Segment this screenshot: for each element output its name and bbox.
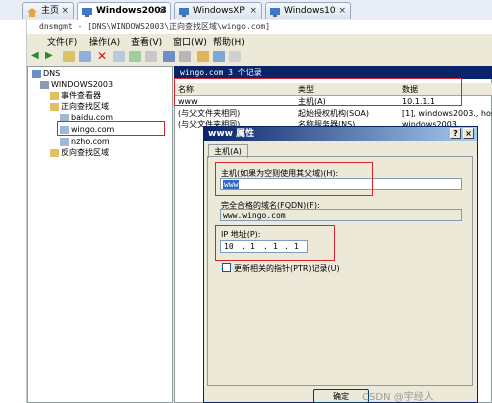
tree-label: WINDOWS2003 xyxy=(51,80,114,89)
highlight-box-zone xyxy=(57,121,165,136)
tab-windows10[interactable]: Windows10 × xyxy=(265,2,351,19)
help-button[interactable]: ? xyxy=(450,128,461,139)
tab-windows2003[interactable]: Windows2003 × xyxy=(77,2,171,20)
tree-label: 事件查看器 xyxy=(61,91,101,100)
delete-icon[interactable]: ✕ xyxy=(97,50,109,62)
show-tree-icon[interactable] xyxy=(79,51,91,62)
tree-zone-nzho[interactable]: nzho.com xyxy=(60,137,110,147)
tree-event-viewer[interactable]: 事件查看器 xyxy=(50,91,101,101)
highlight-box-record xyxy=(174,78,462,106)
record-data: [1], windows2003., hos xyxy=(402,109,492,118)
record-name: (与父文件夹相同) xyxy=(178,109,241,118)
server-icon xyxy=(40,80,49,89)
tab-home[interactable]: 主页 × xyxy=(22,2,74,19)
folder-icon xyxy=(50,148,59,157)
vm-icon xyxy=(179,7,189,17)
tree-forward-zones[interactable]: 正向查找区域 xyxy=(50,102,109,112)
zone-icon xyxy=(60,137,69,146)
table-row[interactable]: (与父文件夹相同) 起始授权机构(SOA) [1], windows2003.,… xyxy=(176,108,492,119)
close-icon[interactable]: × xyxy=(338,3,346,20)
vm-icon xyxy=(270,7,280,17)
new-record-icon[interactable] xyxy=(197,51,209,62)
export-icon[interactable] xyxy=(145,51,157,62)
menu-file[interactable]: 文件(F) xyxy=(47,35,77,48)
tree-label: nzho.com xyxy=(71,137,110,146)
up-folder-icon[interactable] xyxy=(63,51,75,62)
forward-icon[interactable]: ▶ xyxy=(45,51,57,62)
browser-tab-bar: 主页 × Windows2003 × WindowsXP × Windows10… xyxy=(0,0,492,21)
folder-icon xyxy=(50,102,59,111)
record-type: 起始授权机构(SOA) xyxy=(298,109,369,118)
left-library-panel xyxy=(0,20,27,403)
menu-window[interactable]: 窗口(W) xyxy=(173,35,207,48)
close-icon[interactable]: × xyxy=(61,3,69,20)
toolbar: ◀ ▶ ✕ xyxy=(27,48,492,67)
tree-label: DNS xyxy=(43,69,61,78)
ok-button[interactable]: 确定 xyxy=(313,389,369,403)
watermark: CSDN @宇经人 xyxy=(362,392,434,403)
folder-icon xyxy=(50,91,59,100)
tree-server[interactable]: WINDOWS2003 xyxy=(40,80,113,90)
menu-help[interactable]: 帮助(H) xyxy=(213,35,245,48)
back-icon[interactable]: ◀ xyxy=(31,51,43,62)
ptr-label: 更新相关的指针(PTR)记录(U) xyxy=(234,264,340,273)
dialog-title: www 属性 xyxy=(208,129,255,139)
window-title: dnsmgmt - [DNS\WINDOWS2003\正向查找区域\wingo.… xyxy=(27,20,492,34)
tree-label: 正向查找区域 xyxy=(61,102,109,111)
tree-reverse-zones[interactable]: 反向查找区域 xyxy=(50,148,109,158)
tab-windowsxp[interactable]: WindowsXP × xyxy=(174,2,262,19)
help-icon[interactable] xyxy=(163,51,175,62)
home-icon xyxy=(27,7,37,17)
refresh-icon[interactable] xyxy=(129,51,141,62)
ptr-checkbox[interactable] xyxy=(222,263,231,272)
tab-label: Windows2003 xyxy=(96,6,167,16)
close-button[interactable]: × xyxy=(463,128,474,139)
close-icon[interactable]: × xyxy=(158,3,166,20)
vm-icon xyxy=(82,7,92,17)
tree-pane: DNS WINDOWS2003 事件查看器 正向查找区域 baidu.com w… xyxy=(27,66,173,403)
close-icon[interactable]: × xyxy=(249,3,257,20)
tree-dns[interactable]: DNS xyxy=(32,69,60,79)
dialog-titlebar: www 属性 ? × xyxy=(204,127,477,141)
menu-view[interactable]: 查看(V) xyxy=(131,35,162,48)
tree-label: 反向查找区域 xyxy=(61,148,109,157)
properties-icon[interactable] xyxy=(113,51,125,62)
highlight-box-host xyxy=(215,162,373,196)
dns-icon xyxy=(32,69,41,78)
tab-label: Windows10 xyxy=(284,6,336,16)
tab-label: WindowsXP xyxy=(193,6,245,16)
menu-action[interactable]: 操作(A) xyxy=(89,35,120,48)
menu-bar: 文件(F) 操作(A) 查看(V) 窗口(W) 帮助(H) xyxy=(27,34,492,48)
fqdn-field: www.wingo.com xyxy=(220,209,462,221)
toolbar-extra-icon[interactable] xyxy=(229,51,241,62)
highlight-box-ip xyxy=(215,225,335,261)
server-icon[interactable] xyxy=(213,51,225,62)
tab-label: 主页 xyxy=(41,6,60,16)
view-icon[interactable] xyxy=(179,51,191,62)
